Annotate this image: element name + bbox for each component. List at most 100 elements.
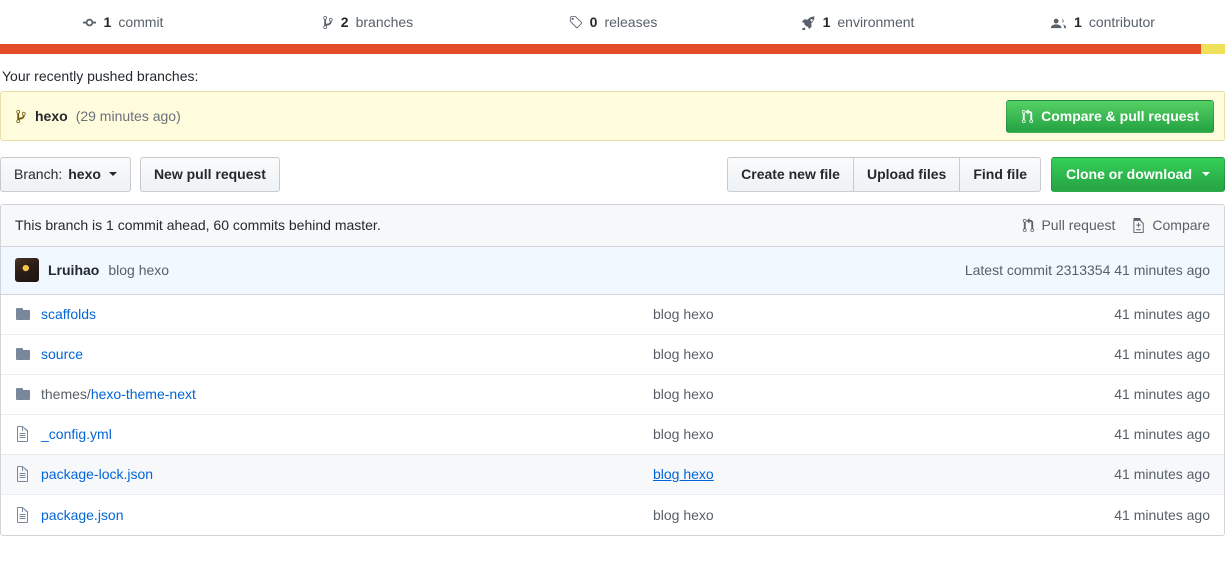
- stat-branches[interactable]: 2 branches: [245, 14, 490, 30]
- file-icon: [15, 426, 35, 443]
- diff-icon: [1133, 217, 1146, 233]
- file-commit-message: blog hexo: [653, 506, 714, 523]
- stat-commits-count: 1: [103, 14, 112, 30]
- create-new-file-button[interactable]: Create new file: [727, 157, 853, 192]
- file-name[interactable]: source: [35, 346, 635, 362]
- avatar[interactable]: [15, 258, 39, 283]
- find-file-button[interactable]: Find file: [959, 157, 1041, 192]
- file-commit-message: blog hexo: [653, 346, 714, 363]
- stat-commits[interactable]: 1 commit: [0, 14, 245, 30]
- file-commit-message: blog hexo: [653, 426, 714, 443]
- file-name[interactable]: scaffolds: [35, 306, 635, 322]
- table-row[interactable]: package-lock.json blog hexo 41 minutes a…: [1, 454, 1224, 495]
- pull-request-action[interactable]: Pull request: [1022, 217, 1115, 233]
- repository-toolbar: Branch: hexo New pull request Create new…: [0, 141, 1225, 204]
- file-name-text: scaffolds: [41, 306, 96, 323]
- latest-commit-prefix: Latest commit: [964, 262, 1052, 279]
- branch-selector-prefix: Branch:: [14, 166, 63, 182]
- stat-contributors[interactable]: 1 contributor: [980, 14, 1225, 30]
- chevron-down-icon: [1202, 172, 1210, 177]
- toolbar-left-group: Branch: hexo New pull request: [0, 157, 280, 192]
- stat-releases[interactable]: 0 releases: [490, 14, 735, 30]
- branch-status-actions: Pull request Compare: [1022, 217, 1210, 233]
- upload-files-label: Upload files: [866, 166, 947, 182]
- recently-pushed-branch-info: hexo (29 minutes ago): [15, 108, 181, 124]
- file-icon: [15, 466, 35, 483]
- clone-or-download-button[interactable]: Clone or download: [1051, 157, 1225, 192]
- latest-commit-row: Lruihao blog hexo Latest commit 2313354 …: [1, 246, 1224, 295]
- create-new-file-label: Create new file: [741, 166, 840, 182]
- tag-icon: [568, 15, 583, 30]
- stat-branches-label: branches: [355, 14, 414, 30]
- file-name[interactable]: package.json: [35, 507, 635, 523]
- stat-environments[interactable]: 1 environment: [735, 14, 980, 30]
- pushed-branch-time: (29 minutes ago): [75, 108, 181, 124]
- file-commit-age: 41 minutes ago: [1114, 426, 1210, 443]
- file-name[interactable]: themes/hexo-theme-next: [35, 386, 635, 402]
- latest-commit-message[interactable]: blog hexo: [108, 262, 169, 278]
- file-name-text: hexo-theme-next: [90, 386, 196, 403]
- file-name[interactable]: package-lock.json: [35, 466, 635, 482]
- language-segment-secondary[interactable]: [1200, 44, 1225, 54]
- chevron-down-icon: [108, 172, 117, 177]
- latest-commit-author[interactable]: Lruihao: [48, 262, 99, 278]
- table-row[interactable]: package.json blog hexo 41 minutes ago: [1, 495, 1224, 535]
- file-commit-message[interactable]: blog hexo: [635, 466, 1060, 482]
- file-name-text: package.json: [41, 506, 124, 523]
- table-row[interactable]: source blog hexo 41 minutes ago: [1, 335, 1224, 375]
- stat-environments-label: environment: [837, 14, 915, 30]
- pull-request-action-label: Pull request: [1041, 217, 1116, 234]
- branch-selector-value: hexo: [68, 166, 101, 182]
- language-segment-primary[interactable]: [0, 44, 1201, 54]
- clone-or-download-label: Clone or download: [1066, 166, 1192, 182]
- git-branch-icon: [322, 15, 334, 30]
- upload-files-button[interactable]: Upload files: [852, 157, 960, 192]
- new-pull-request-button[interactable]: New pull request: [139, 157, 280, 192]
- file-commit-age: 41 minutes ago: [1114, 506, 1210, 523]
- git-pull-request-icon: [1022, 217, 1035, 233]
- file-name-text: source: [41, 346, 84, 363]
- file-commit-message: blog hexo: [653, 386, 714, 403]
- pushed-branch-name[interactable]: hexo: [35, 108, 68, 124]
- compare-action-label: Compare: [1152, 217, 1210, 234]
- stat-commits-label: commit: [118, 14, 164, 30]
- people-icon: [1050, 15, 1067, 30]
- git-branch-icon: [15, 109, 27, 124]
- latest-commit-sha[interactable]: 2313354: [1056, 262, 1111, 278]
- latest-commit-time: 41 minutes ago: [1114, 262, 1210, 279]
- file-name[interactable]: _config.yml: [35, 426, 635, 442]
- latest-commit-author-info: Lruihao blog hexo: [15, 258, 169, 283]
- repository-stats-bar: 1 commit 2 branches 0 releases 1 environ…: [0, 0, 1225, 44]
- table-row[interactable]: themes/hexo-theme-next blog hexo 41 minu…: [1, 375, 1224, 415]
- recently-pushed-label: Your recently pushed branches:: [2, 68, 199, 84]
- repository-page: 1 commit 2 branches 0 releases 1 environ…: [0, 0, 1225, 568]
- compare-pull-request-label: Compare & pull request: [1041, 108, 1199, 124]
- folder-icon: [15, 386, 35, 402]
- table-row[interactable]: _config.yml blog hexo 41 minutes ago: [1, 415, 1224, 455]
- repository-file-box: This branch is 1 commit ahead, 60 commit…: [0, 203, 1225, 536]
- latest-commit-meta: Latest commit 2313354 41 minutes ago: [965, 262, 1210, 278]
- folder-icon: [15, 346, 35, 362]
- compare-action[interactable]: Compare: [1133, 217, 1210, 233]
- stat-branches-count: 2: [340, 14, 349, 30]
- branch-selector-button[interactable]: Branch: hexo: [0, 157, 131, 192]
- find-file-label: Find file: [973, 166, 1027, 182]
- stat-contributors-label: contributor: [1088, 14, 1155, 30]
- file-commit-age: 41 minutes ago: [1114, 466, 1210, 483]
- toolbar-right-group: Create new file Upload files Find file C…: [727, 157, 1225, 192]
- branch-status-text: This branch is 1 commit ahead, 60 commit…: [15, 217, 381, 234]
- commit-icon: [82, 15, 97, 30]
- file-commit-age: 41 minutes ago: [1114, 386, 1210, 403]
- file-name-text: _config.yml: [41, 426, 112, 443]
- file-actions-group: Create new file Upload files Find file: [727, 157, 1041, 192]
- recently-pushed-banner: hexo (29 minutes ago) Compare & pull req…: [0, 91, 1225, 141]
- stat-environments-count: 1: [822, 14, 831, 30]
- file-commit-message: blog hexo: [653, 306, 714, 323]
- stat-releases-count: 0: [589, 14, 598, 30]
- table-row[interactable]: scaffolds blog hexo 41 minutes ago: [1, 295, 1224, 335]
- language-bar: [0, 44, 1225, 54]
- stat-contributors-count: 1: [1074, 14, 1082, 30]
- git-pull-request-icon: [1021, 108, 1034, 124]
- compare-pull-request-button[interactable]: Compare & pull request: [1006, 99, 1214, 133]
- folder-icon: [15, 306, 35, 322]
